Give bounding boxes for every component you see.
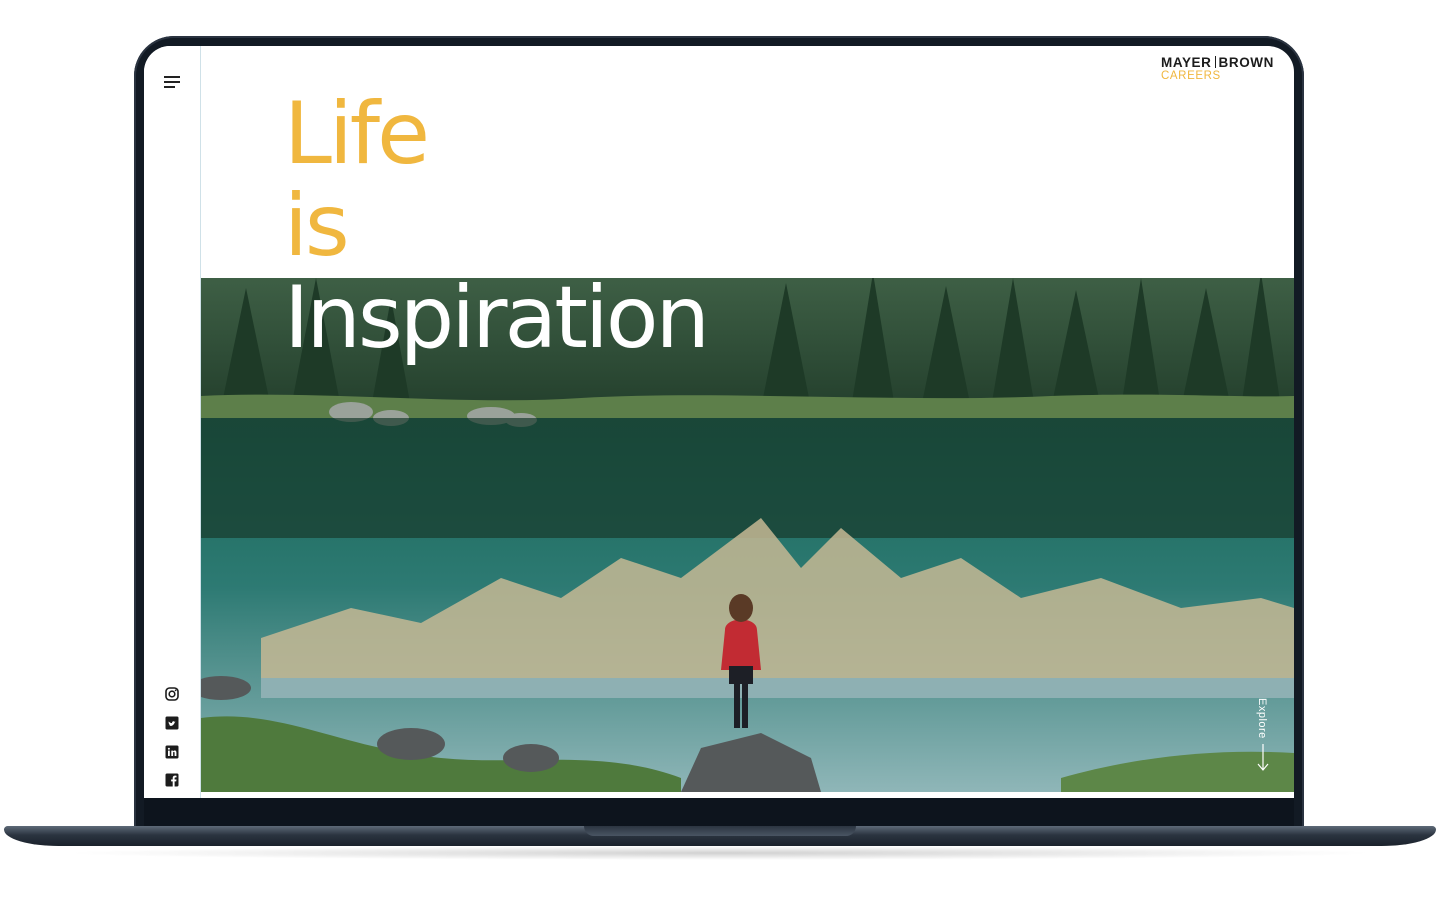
laptop-notch	[584, 826, 856, 836]
headline-line-1: Life	[284, 84, 430, 184]
instagram-icon[interactable]	[164, 686, 180, 702]
mayer-brown-careers-logo[interactable]: MAYER BROWN CAREERS	[1161, 55, 1274, 82]
twitter-icon[interactable]	[164, 715, 180, 731]
linkedin-icon[interactable]	[164, 744, 180, 760]
arrow-down-icon	[1257, 744, 1269, 771]
explore-scroll-link[interactable]: Explore	[1252, 696, 1276, 776]
logo-brown: BROWN	[1218, 55, 1274, 70]
hero-headline: Life is Inspiration	[284, 84, 710, 368]
headline-line-2: is	[284, 176, 350, 276]
hamburger-icon[interactable]	[164, 76, 182, 88]
logo-careers: CAREERS	[1160, 70, 1221, 82]
website-screen: Life is Inspiration MAYER BROWN CAREERS E…	[144, 46, 1294, 798]
headline-line-3: Inspiration	[284, 268, 710, 368]
logo-mayer: MAYER	[1160, 55, 1212, 70]
sidebar	[144, 46, 201, 798]
facebook-icon[interactable]	[164, 772, 180, 788]
laptop-shadow	[60, 846, 1380, 860]
logo-divider	[1214, 56, 1216, 68]
